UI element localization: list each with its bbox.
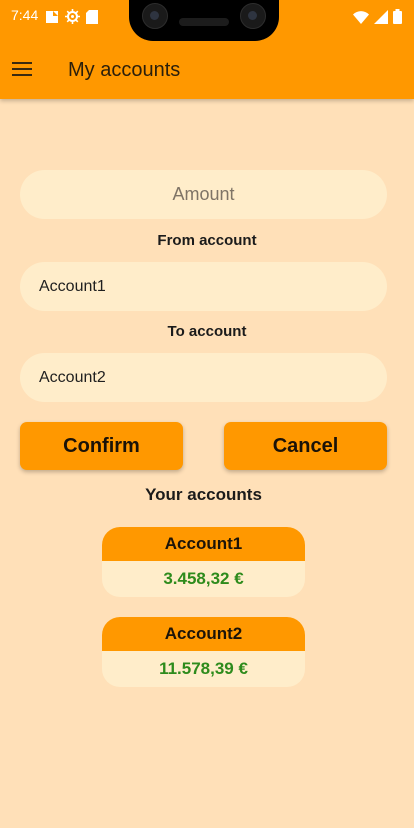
top-app-bar: 7:44 My accounts: [0, 0, 414, 99]
settings-icon: [65, 9, 80, 28]
account-balance: 11.578,39 €: [159, 659, 248, 678]
sd-card-icon: [86, 9, 98, 28]
to-account-label: To account: [167, 323, 247, 340]
page-title: My accounts: [68, 59, 181, 81]
status-right-icons: [353, 9, 402, 28]
hamburger-menu-icon[interactable]: [12, 62, 34, 78]
account-name: Account1: [102, 527, 305, 561]
status-left-icons: [45, 9, 98, 28]
signal-icon: [374, 9, 388, 28]
status-time: 7:44: [11, 7, 39, 23]
front-camera-right-icon: [240, 3, 266, 29]
account-name: Account2: [102, 617, 305, 651]
wifi-icon: [353, 9, 369, 28]
camera-notch: [129, 0, 279, 41]
from-account-label: From account: [157, 232, 257, 249]
account-card[interactable]: Account2 11.578,39 €: [102, 617, 305, 687]
account-card[interactable]: Account1 3.458,32 €: [102, 527, 305, 597]
to-account-field[interactable]: Account2: [20, 353, 387, 402]
amount-input[interactable]: Amount: [20, 170, 387, 219]
front-camera-left-icon: [142, 3, 168, 29]
battery-icon: [393, 9, 402, 28]
notification-icon: [45, 9, 59, 28]
speaker-grille: [179, 18, 229, 26]
cancel-button[interactable]: Cancel: [224, 422, 387, 470]
confirm-button[interactable]: Confirm: [20, 422, 183, 470]
from-account-field[interactable]: Account1: [20, 262, 387, 311]
account-balance: 3.458,32 €: [163, 569, 244, 588]
app-screen: 7:44 My accounts Amount From account Acc…: [0, 0, 414, 828]
your-accounts-title: Your accounts: [145, 485, 262, 504]
